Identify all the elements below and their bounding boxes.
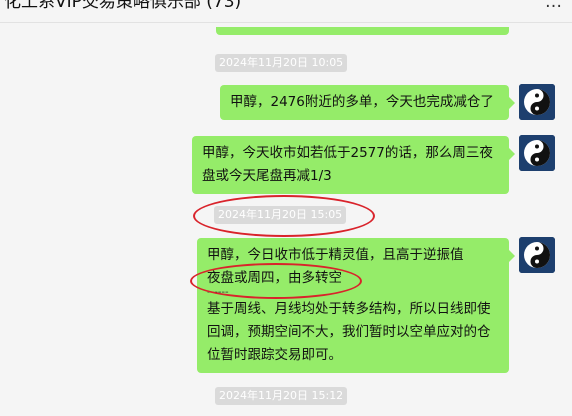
separator: ------ <box>207 290 229 298</box>
message-line-2: 夜盘或周四，由多转空 <box>207 270 342 286</box>
message-paragraph: 基于周线、月线均处于转多结构，所以日线即使回调，预期空间不大，我们暂时以空单应对… <box>207 301 491 363</box>
timestamp: 2024年11月20日 15:05 <box>214 206 347 224</box>
message-text: 甲醇，2476附近的多单，今天也完成减仓了 <box>230 94 494 110</box>
message-text: 甲醇，今天收市如若低于2577的话，那么周三夜盘或今天尾盘再减1/3 <box>202 145 493 184</box>
message-bubble[interactable]: 甲醇，今日收市低于精灵值，且高于逆振值 夜盘或周四，由多转空 ------ 基于… <box>197 238 515 373</box>
previous-message-bubble <box>216 27 509 35</box>
message-bubble[interactable]: 甲醇，今天收市如若低于2577的话，那么周三夜盘或今天尾盘再减1/3 <box>192 136 515 194</box>
message-line-1: 甲醇，今日收市低于精灵值，且高于逆振值 <box>207 247 464 263</box>
chat-header: 化工系VIP交易策略俱乐部 (73) … <box>0 0 572 23</box>
more-dots-icon[interactable]: … <box>545 0 562 12</box>
timestamp: 2024年11月20日 10:05 <box>215 54 348 72</box>
yin-yang-icon[interactable] <box>519 84 555 120</box>
timestamp: 2024年11月20日 15:12 <box>215 387 348 405</box>
yin-yang-icon[interactable] <box>519 237 555 273</box>
chat-title: 化工系VIP交易策略俱乐部 (73) <box>4 0 242 12</box>
message-bubble[interactable]: 甲醇，2476附近的多单，今天也完成减仓了 <box>220 85 515 120</box>
yin-yang-icon[interactable] <box>519 135 555 171</box>
